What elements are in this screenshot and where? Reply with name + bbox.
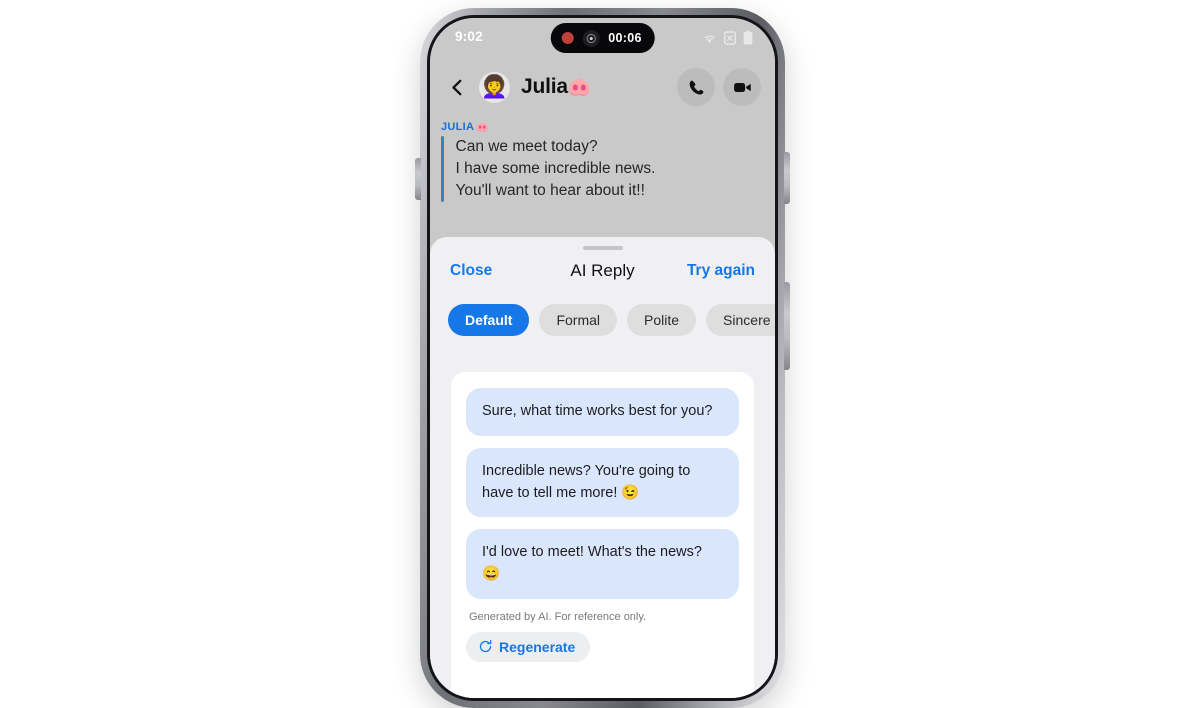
conversation-header: 👩‍🦱 Julia🐽 bbox=[430, 58, 775, 116]
contact-name-emoji: 🐽 bbox=[567, 77, 592, 98]
suggestion-item[interactable]: Incredible news? You're going to have to… bbox=[466, 447, 739, 518]
phone-screen: 9:02 00:06 bbox=[430, 18, 775, 698]
wifi-icon bbox=[704, 35, 715, 43]
incoming-message[interactable]: Can we meet today? I have some incredibl… bbox=[430, 136, 775, 202]
video-call-button[interactable] bbox=[723, 68, 761, 106]
avatar[interactable]: 👩‍🦱 bbox=[479, 71, 510, 103]
record-dot-icon bbox=[561, 32, 574, 44]
screenshot-canvas: 9:02 00:06 bbox=[0, 0, 1200, 708]
tone-chip-default[interactable]: Default bbox=[448, 304, 530, 336]
phone-call-button[interactable] bbox=[677, 68, 715, 106]
message-line: I have some incredible news. bbox=[455, 160, 656, 177]
try-again-button[interactable]: Try again bbox=[687, 262, 755, 280]
side-button-power[interactable] bbox=[784, 152, 790, 204]
message-line: Can we meet today? bbox=[455, 138, 598, 155]
phone-device-frame: 9:02 00:06 bbox=[420, 8, 785, 708]
regenerate-label: Regenerate bbox=[499, 638, 576, 655]
side-button-volume[interactable] bbox=[784, 282, 790, 370]
page-title: Julia🐽 bbox=[521, 75, 592, 99]
side-button-left[interactable] bbox=[415, 158, 421, 200]
message-text: Can we meet today? I have some incredibl… bbox=[444, 136, 656, 202]
back-chevron-icon[interactable] bbox=[446, 76, 468, 98]
message-sender-label: JULIA 🐽 bbox=[430, 121, 775, 133]
sender-name-emoji: 🐽 bbox=[476, 121, 490, 133]
ai-disclaimer: Generated by AI. For reference only. bbox=[469, 610, 647, 623]
phone-call-icon bbox=[689, 80, 703, 94]
status-bar: 9:02 00:06 bbox=[430, 18, 775, 58]
sender-name: JULIA bbox=[441, 121, 475, 133]
recording-indicator-pill[interactable]: 00:06 bbox=[550, 23, 655, 53]
contact-name: Julia bbox=[521, 75, 568, 98]
suggestion-item[interactable]: Sure, what time works best for you? bbox=[466, 388, 739, 436]
sheet-header: Close AI Reply Try again bbox=[430, 250, 775, 292]
tone-chip-list[interactable]: Default Formal Polite Sincere bbox=[430, 292, 775, 338]
refresh-icon bbox=[479, 640, 492, 653]
battery-icon bbox=[743, 30, 753, 45]
tone-chip-formal[interactable]: Formal bbox=[539, 304, 618, 336]
message-thread: JULIA 🐽 Can we meet today? I have some in… bbox=[430, 116, 775, 246]
ai-reply-sheet: Close AI Reply Try again Default Formal … bbox=[430, 237, 775, 698]
status-bar-icons bbox=[702, 30, 753, 45]
suggestion-item[interactable]: I'd love to meet! What's the news? 😄 bbox=[466, 529, 739, 599]
video-call-icon bbox=[733, 82, 751, 92]
suggestions-card: Sure, what time works best for you? Incr… bbox=[451, 372, 754, 698]
tone-chip-sincere[interactable]: Sincere bbox=[706, 304, 775, 336]
status-bar-clock: 9:02 bbox=[455, 29, 483, 44]
tone-chip-polite[interactable]: Polite bbox=[627, 304, 697, 336]
regenerate-button[interactable]: Regenerate bbox=[466, 631, 591, 662]
close-button[interactable]: Close bbox=[450, 262, 492, 280]
recording-timer: 00:06 bbox=[608, 31, 642, 45]
phone-bezel: 9:02 00:06 bbox=[427, 15, 778, 701]
screen-record-camera-icon bbox=[582, 29, 600, 47]
avatar-emoji: 👩‍🦱 bbox=[480, 74, 509, 99]
message-line: You'll want to hear about it!! bbox=[455, 182, 645, 199]
sim-off-icon bbox=[724, 30, 736, 45]
